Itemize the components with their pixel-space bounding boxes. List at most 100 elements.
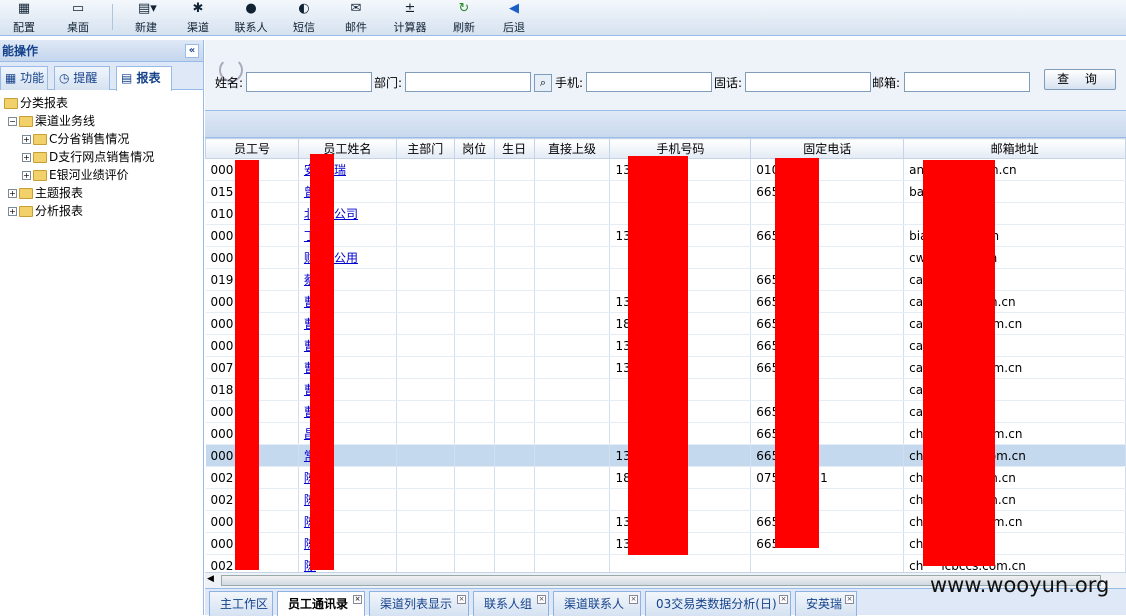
column-header[interactable]: 生日 — [493, 138, 535, 159]
tab-report[interactable]: ▤ 报表 — [116, 66, 172, 91]
table-cell — [396, 444, 455, 467]
table-cell — [454, 224, 495, 247]
tab-function[interactable]: ▦ 功能 — [0, 66, 48, 90]
tree-node-branch-sales[interactable]: + D支行网点销售情况 — [22, 148, 154, 166]
mail-icon: ✉ — [350, 1, 362, 16]
table-cell — [534, 466, 611, 489]
close-tab-icon[interactable]: × — [457, 595, 466, 604]
table-cell — [454, 356, 495, 379]
cell-text: 007 — [210, 360, 234, 375]
table-cell — [454, 246, 495, 269]
table-cell — [534, 290, 611, 313]
close-tab-icon[interactable]: × — [629, 595, 638, 604]
expand-node-icon[interactable]: + — [22, 135, 31, 144]
expand-node-icon[interactable]: + — [22, 153, 31, 162]
query-button[interactable]: 查 询 — [1044, 69, 1116, 90]
tree-node-analysis-reports[interactable]: + 分析报表 — [8, 202, 83, 220]
close-tab-icon[interactable]: × — [779, 595, 788, 604]
table-cell — [396, 334, 455, 357]
redaction-bar-email — [923, 160, 995, 566]
calculator-button[interactable]: ± 计算器 — [390, 0, 430, 36]
cell-text: ch — [909, 514, 924, 529]
table-cell — [534, 510, 611, 533]
table-cell — [534, 356, 611, 379]
table-cell — [396, 356, 455, 379]
dept-input[interactable] — [405, 72, 531, 92]
cell-text: 010 — [210, 206, 234, 221]
sidebar-header: 能操作 « — [0, 40, 203, 62]
table-cell — [396, 312, 455, 335]
tab-transaction-analysis[interactable]: 03交易类数据分析(日) × — [645, 591, 791, 616]
tab-reminder[interactable]: ◷ 提醒 — [54, 66, 110, 90]
column-header[interactable]: 员工号 — [205, 138, 299, 159]
table-cell — [454, 290, 495, 313]
sms-button[interactable]: ◐ 短信 — [288, 0, 320, 36]
table-cell — [454, 444, 495, 467]
cell-text: 002 — [210, 558, 234, 573]
collapse-sidebar-icon[interactable]: « — [185, 44, 199, 58]
tab-contact-group[interactable]: 联系人组 × — [473, 591, 549, 616]
sidebar-tabs: ▦ 功能 ◷ 提醒 ▤ 报表 — [0, 62, 203, 91]
table-cell — [534, 400, 611, 423]
refresh-icon: ↻ — [458, 1, 470, 16]
channel-button[interactable]: ✱ 渠道 — [182, 0, 214, 36]
back-button[interactable]: ◀ 后退 — [498, 0, 530, 36]
tab-an-yingrui[interactable]: 安英瑞 × — [795, 591, 857, 616]
close-tab-icon[interactable]: × — [845, 595, 854, 604]
mobile-input[interactable] — [586, 72, 712, 92]
contact-button[interactable]: ● 联系人 — [232, 0, 270, 36]
desktop-button[interactable]: ▭ 桌面 — [62, 0, 94, 36]
expand-node-icon[interactable]: + — [8, 189, 17, 198]
config-button[interactable]: ▦ 配置 — [8, 0, 40, 36]
cell-text: ch — [909, 470, 924, 485]
tree-node-channel-business[interactable]: − 渠道业务线 — [8, 112, 95, 130]
table-cell — [534, 246, 611, 269]
refresh-button[interactable]: ↻ 刷新 — [448, 0, 480, 36]
table-cell — [534, 422, 611, 445]
tab-employee-directory[interactable]: 员工通讯录 × — [277, 591, 365, 616]
contact-icon: ● — [245, 1, 257, 16]
close-tab-icon[interactable]: × — [537, 595, 546, 604]
sidebar-title: 能操作 — [2, 44, 39, 58]
cell-text: 015 — [210, 184, 234, 199]
table-cell — [534, 532, 611, 555]
table-cell: 665 — [750, 532, 905, 555]
new-button[interactable]: ▤▾ 新建 — [128, 0, 164, 36]
tree-node-topic-reports[interactable]: + 主题报表 — [8, 184, 83, 202]
folder-icon — [33, 134, 47, 145]
column-header[interactable]: 邮箱地址 — [903, 138, 1126, 159]
name-input[interactable] — [246, 72, 372, 92]
table-cell — [534, 268, 611, 291]
collapse-node-icon[interactable]: − — [8, 117, 17, 126]
close-tab-icon[interactable]: × — [353, 595, 362, 604]
tab-channel-list[interactable]: 渠道列表显示 × — [369, 591, 469, 616]
cell-text: 000 — [210, 426, 234, 441]
expand-node-icon[interactable]: + — [8, 207, 17, 216]
tree-node-category-reports[interactable]: 分类报表 — [4, 94, 68, 112]
table-cell — [454, 554, 495, 572]
tree-node-province-sales[interactable]: + C分省销售情况 — [22, 130, 129, 148]
table-cell — [534, 334, 611, 357]
mail-button[interactable]: ✉ 邮件 — [340, 0, 372, 36]
column-header[interactable]: 直接上级 — [533, 138, 611, 159]
table-cell — [494, 202, 535, 225]
tab-channel-contact[interactable]: 渠道联系人 × — [553, 591, 641, 616]
email-input[interactable] — [904, 72, 1030, 92]
column-header[interactable]: 固定电话 — [750, 138, 905, 159]
tab-main-workspace[interactable]: 主工作区 — [209, 591, 273, 616]
table-cell — [494, 246, 535, 269]
phone-input[interactable] — [745, 72, 871, 92]
table-cell — [750, 378, 905, 401]
expand-node-icon[interactable]: + — [22, 171, 31, 180]
table-cell — [396, 510, 455, 533]
column-header[interactable]: 主部门 — [395, 138, 455, 159]
scroll-left-icon[interactable]: ◀ — [207, 574, 214, 584]
tree-node-performance[interactable]: + E银河业绩评价 — [22, 166, 129, 184]
column-header[interactable]: 岗位 — [453, 138, 495, 159]
table-cell — [396, 158, 455, 181]
cell-text: 瑞 — [333, 163, 346, 177]
dept-picker-icon[interactable]: ⌕ — [534, 74, 552, 92]
name-label: 姓名: — [215, 76, 244, 90]
table-cell — [494, 378, 535, 401]
table-cell — [494, 334, 535, 357]
